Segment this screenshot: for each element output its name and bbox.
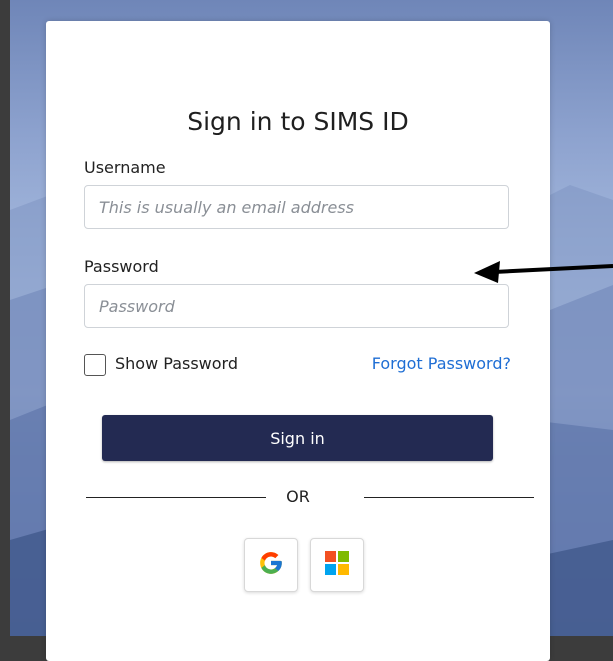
microsoft-icon [325,551,349,579]
username-input[interactable] [84,185,509,229]
signin-button[interactable]: Sign in [102,415,493,461]
password-input[interactable] [84,284,509,328]
show-password-label: Show Password [115,354,238,373]
password-label: Password [84,257,159,276]
arrow-left-icon [472,256,613,290]
signin-card: Sign in to SIMS ID Username Password Sho… [46,21,550,661]
username-label: Username [84,158,166,177]
or-text: OR [286,487,310,506]
forgot-password-link[interactable]: Forgot Password? [372,354,511,373]
google-icon [258,550,284,580]
show-password-checkbox[interactable] [84,354,106,376]
google-signin-button[interactable] [244,538,298,592]
microsoft-signin-button[interactable] [310,538,364,592]
page-title: Sign in to SIMS ID [187,107,409,136]
